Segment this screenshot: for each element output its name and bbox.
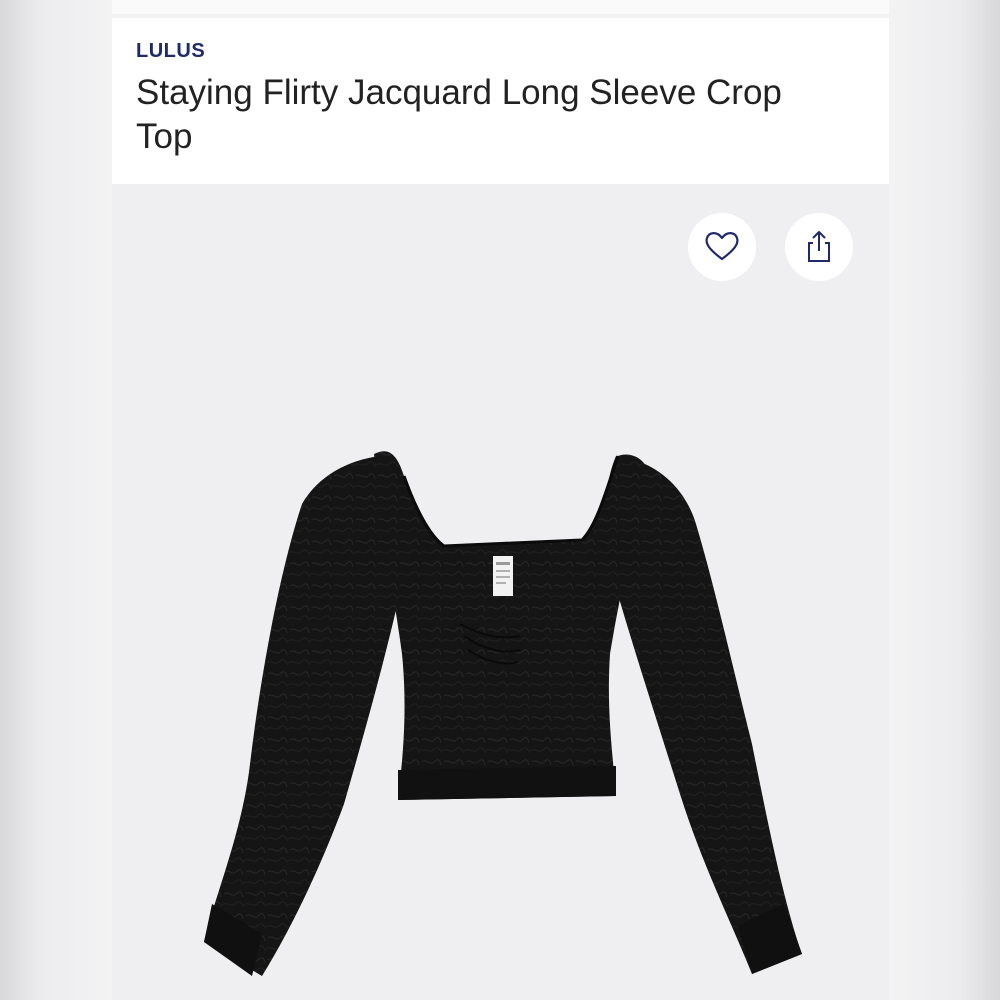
product-title: Staying Flirty Jacquard Long Sleeve Crop… xyxy=(136,73,782,156)
crop-top-garment xyxy=(204,451,802,976)
top-strip xyxy=(112,0,889,14)
product-header: LULUS Staying Flirty Jacquard Long Sleev… xyxy=(112,18,889,184)
product-image[interactable] xyxy=(112,184,889,1000)
brand-name[interactable]: LULUS xyxy=(136,40,865,63)
